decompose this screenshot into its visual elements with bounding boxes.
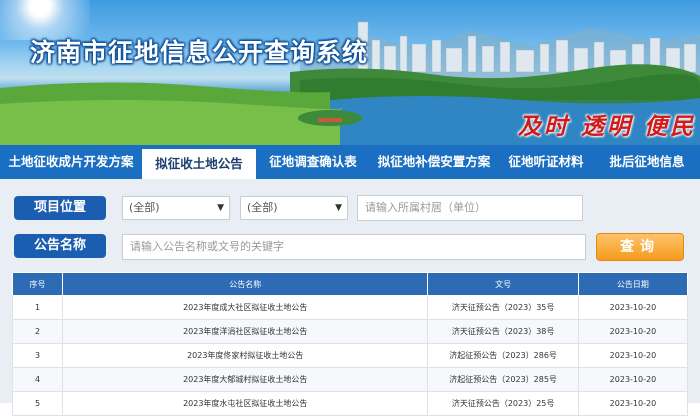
row-index: 1 xyxy=(11,295,64,320)
row-doc-number: 济天征预公告（2023）35号 xyxy=(427,295,579,320)
header-date: 公告日期 xyxy=(577,272,689,296)
nav-item-hearing-materials[interactable]: 征地听证材料 xyxy=(498,145,594,179)
table-row[interactable]: 2 2023年度洋涓社区拟征收土地公告 济天征预公告（2023）38号 2023… xyxy=(11,319,689,344)
main-nav: 土地征收成片开发方案 拟征收土地公告 征地调查确认表 拟征地补偿安置方案 征地听… xyxy=(0,145,700,179)
table-header-row: 序号 公告名称 文号 公告日期 xyxy=(11,272,689,296)
row-date: 2023-10-20 xyxy=(577,319,689,344)
row-title-link[interactable]: 2023年度成大社区拟征收土地公告 xyxy=(62,295,429,320)
row-date: 2023-10-20 xyxy=(577,343,689,368)
nav-item-development-plan[interactable]: 土地征收成片开发方案 xyxy=(0,145,142,179)
row-doc-number: 济起征预公告（2023）285号 xyxy=(427,367,579,392)
row-date: 2023-10-20 xyxy=(577,391,689,416)
row-index: 2 xyxy=(11,319,64,344)
nav-item-compensation-plan[interactable]: 拟征地补偿安置方案 xyxy=(370,145,498,179)
row-doc-number: 济起征预公告（2023）286号 xyxy=(427,343,579,368)
district-select[interactable]: (全部) ▼ xyxy=(122,196,230,220)
nav-item-approved-info[interactable]: 批后征地信息 xyxy=(594,145,700,179)
row-date: 2023-10-20 xyxy=(577,367,689,392)
row-index: 3 xyxy=(11,343,64,368)
results-table: 序号 公告名称 文号 公告日期 1 2023年度成大社区拟征收土地公告 济天征预… xyxy=(11,272,689,416)
nav-item-proposed-acquisition-notice[interactable]: 拟征收土地公告 xyxy=(142,149,256,179)
table-row[interactable]: 5 2023年度水屯社区拟征收土地公告 济天征预公告（2023）25号 2023… xyxy=(11,391,689,416)
row-index: 5 xyxy=(11,391,64,416)
announcement-keyword-input[interactable]: 请输入公告名称或文号的关键字 xyxy=(122,234,586,260)
location-label: 项目位置 xyxy=(14,196,106,220)
row-title-link[interactable]: 2023年度洋涓社区拟征收土地公告 xyxy=(62,319,429,344)
town-select-value: (全部) xyxy=(247,201,278,214)
announcement-name-label: 公告名称 xyxy=(14,234,106,258)
row-doc-number: 济天征预公告（2023）25号 xyxy=(427,391,579,416)
town-select[interactable]: (全部) ▼ xyxy=(240,196,348,220)
nav-item-survey-confirmation[interactable]: 征地调查确认表 xyxy=(256,145,370,179)
village-input[interactable]: 请输入所属村居（单位） xyxy=(357,195,583,221)
table-row[interactable]: 4 2023年度大郁城村拟征收土地公告 济起征预公告（2023）285号 202… xyxy=(11,367,689,392)
chevron-down-icon: ▼ xyxy=(217,203,224,213)
site-title: 济南市征地信息公开查询系统 xyxy=(30,38,369,67)
header-title: 公告名称 xyxy=(62,272,429,296)
district-select-value: (全部) xyxy=(129,201,160,214)
header-index: 序号 xyxy=(11,272,64,296)
row-title-link[interactable]: 2023年度水屯社区拟征收土地公告 xyxy=(62,391,429,416)
header-banner: 济南市征地信息公开查询系统 及时 透明 便民 xyxy=(0,0,700,145)
query-button[interactable]: 查询 xyxy=(596,233,684,261)
slogan: 及时 透明 便民 xyxy=(517,114,696,140)
table-row[interactable]: 3 2023年度佟家村拟征收土地公告 济起征预公告（2023）286号 2023… xyxy=(11,343,689,368)
table-row[interactable]: 1 2023年度成大社区拟征收土地公告 济天征预公告（2023）35号 2023… xyxy=(11,295,689,320)
row-title-link[interactable]: 2023年度大郁城村拟征收土地公告 xyxy=(62,367,429,392)
row-title-link[interactable]: 2023年度佟家村拟征收土地公告 xyxy=(62,343,429,368)
chevron-down-icon: ▼ xyxy=(335,203,342,213)
row-index: 4 xyxy=(11,367,64,392)
header-doc-number: 文号 xyxy=(427,272,579,296)
row-date: 2023-10-20 xyxy=(577,295,689,320)
row-doc-number: 济天征预公告（2023）38号 xyxy=(427,319,579,344)
